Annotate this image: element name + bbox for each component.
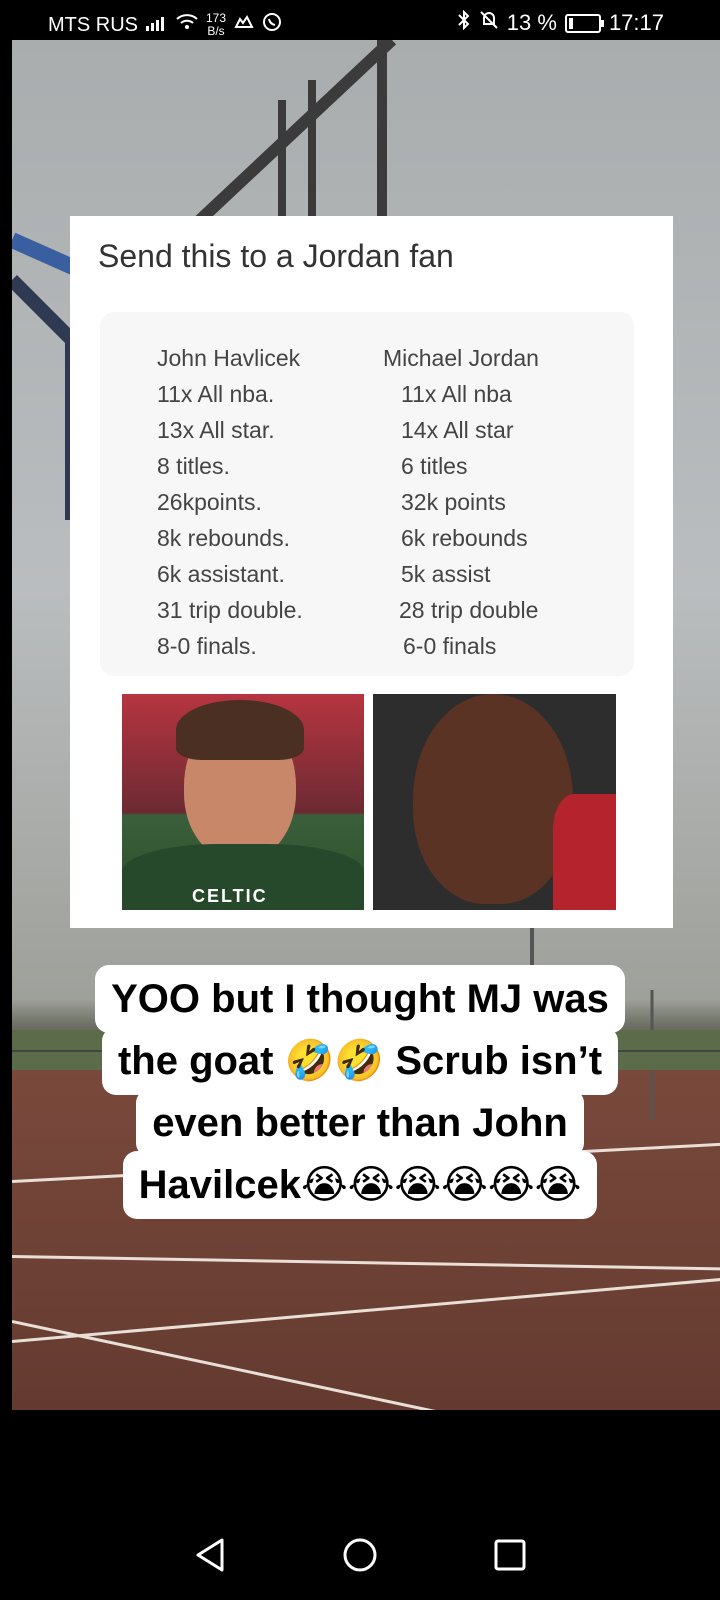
jordan-column: Michael Jordan 11x All nba 14x All star … — [383, 340, 539, 664]
bluetooth-icon — [457, 9, 471, 36]
stat-row: 28 trip double — [399, 597, 539, 623]
back-triangle-icon — [196, 1538, 224, 1572]
caption-line: YOO but I thought MJ was — [95, 965, 625, 1033]
clock: 17:17 — [608, 10, 664, 35]
network-speed: 173 B/s — [206, 12, 226, 38]
mute-bell-icon — [479, 10, 499, 36]
wifi-icon — [176, 13, 198, 37]
stat-row: 8k rebounds. — [157, 525, 290, 551]
stat-row: 26kpoints. — [157, 489, 262, 515]
havlicek-column: John Havlicek 11x All nba. 13x All star.… — [157, 340, 303, 664]
caption-line: even better than John — [136, 1089, 584, 1157]
home-circle-icon — [343, 1538, 377, 1572]
post-title: Send this to a Jordan fan — [98, 238, 454, 274]
caption-line: Havilcek😭😭😭😭😭😭 — [122, 1151, 598, 1219]
navigation-bar — [0, 1510, 720, 1600]
havlicek-photo: CELTIC — [122, 694, 364, 910]
network-speed-unit: B/s — [207, 24, 225, 38]
recents-square-icon — [494, 1539, 526, 1571]
caption-overlay: YOO but I thought MJ was the goat 🤣🤣 Scr… — [0, 965, 720, 1219]
stat-row: 11x All nba — [401, 381, 512, 407]
stat-row: 6-0 finals — [403, 633, 497, 659]
stat-row: 14x All star — [401, 417, 514, 443]
stat-row: 8-0 finals. — [157, 633, 257, 659]
stat-row: 31 trip double. — [157, 597, 303, 623]
stat-row: 32k points — [401, 489, 506, 515]
signal-icon — [146, 14, 168, 37]
post-card: Send this to a Jordan fan John Havlicek … — [70, 216, 673, 928]
jersey-text: CELTIC — [192, 886, 268, 906]
back-button[interactable] — [190, 1535, 230, 1575]
carrier-name: MTS RUS — [48, 13, 138, 36]
home-button[interactable] — [340, 1535, 380, 1575]
battery-percent: 13 % — [506, 10, 557, 35]
hair-illustration — [176, 700, 304, 760]
face-illustration — [413, 694, 573, 904]
stat-row: 6k rebounds — [401, 525, 528, 551]
stat-row: 13x All star. — [157, 417, 275, 443]
column-header: John Havlicek — [157, 345, 301, 371]
stat-row: 11x All nba. — [157, 381, 275, 407]
stat-row: 8 titles. — [157, 453, 230, 479]
stat-row: 6 titles — [401, 453, 468, 479]
jordan-photo — [373, 694, 616, 910]
caption-line: the goat 🤣🤣 Scrub isn’t — [101, 1027, 619, 1095]
sneaker-icon — [234, 14, 254, 37]
whatsapp-icon — [262, 12, 282, 38]
stat-row: 5k assist — [401, 561, 491, 587]
jersey-illustration — [553, 794, 616, 910]
stats-comparison: John Havlicek 11x All nba. 13x All star.… — [100, 312, 634, 676]
recents-button[interactable] — [490, 1535, 530, 1575]
column-header: Michael Jordan — [383, 345, 539, 371]
battery-fill — [568, 17, 573, 29]
stat-row: 6k assistant. — [157, 561, 285, 587]
battery-icon — [564, 13, 604, 33]
